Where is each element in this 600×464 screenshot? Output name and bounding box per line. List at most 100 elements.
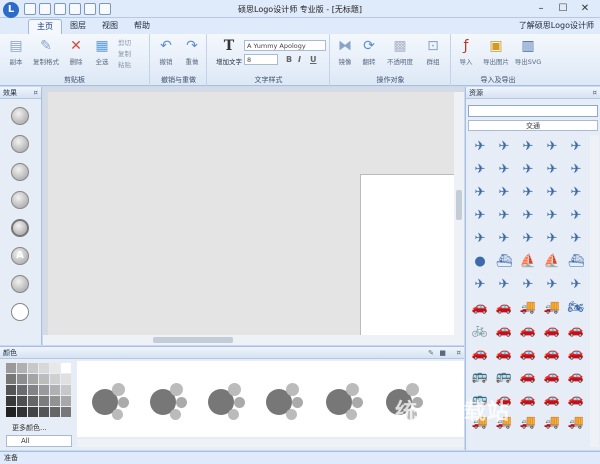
car-icon[interactable]: 🚗 (540, 319, 564, 342)
font-size-select[interactable]: 8 (244, 54, 278, 65)
color-filter-select[interactable]: All (6, 435, 72, 447)
car-icon[interactable]: 🚗 (564, 319, 588, 342)
effect-outline[interactable] (11, 219, 29, 237)
motorcycle-icon[interactable]: 🏍 (564, 296, 588, 319)
car-icon[interactable]: 🚗 (516, 342, 540, 365)
airplane-icon[interactable]: ✈ (564, 227, 588, 250)
airplane-icon[interactable]: ✈ (540, 227, 564, 250)
airplane-icon[interactable]: ✈ (492, 181, 516, 204)
car-icon[interactable]: 🚗 (564, 342, 588, 365)
airplane-icon[interactable]: ✈ (492, 273, 516, 296)
airplane-icon[interactable]: ✈ (564, 181, 588, 204)
car-icon[interactable]: 🚗 (516, 388, 540, 411)
canvas-horizontal-scroll-thumb[interactable] (153, 337, 233, 343)
font-family-select[interactable]: A Yummy Apology (244, 40, 326, 51)
export-svg-button[interactable]: ▥ 导出SVG (512, 37, 544, 66)
color-preset[interactable] (92, 377, 134, 421)
airplane-icon[interactable]: ✈ (540, 158, 564, 181)
color-swatch[interactable] (17, 396, 27, 406)
bus-icon[interactable]: 🚌 (468, 365, 492, 388)
import-button[interactable]: ƒ 导入 (452, 37, 480, 66)
effect-text-a[interactable]: A (11, 247, 29, 265)
car-icon[interactable]: 🚗 (468, 342, 492, 365)
ship-icon[interactable]: ⛴ (492, 250, 516, 273)
color-swatch[interactable] (17, 363, 27, 373)
underline-button[interactable]: U (310, 55, 317, 64)
pin-icon[interactable]: ¤ (34, 87, 38, 99)
effect-shadow-1[interactable] (11, 107, 29, 125)
effect-gradient-2[interactable] (11, 275, 29, 293)
duplicate-button[interactable]: ▤ 副本 (2, 37, 30, 66)
resource-category-select[interactable]: 交通 (468, 120, 598, 131)
truck-icon[interactable]: 🚚 (516, 296, 540, 319)
color-preset[interactable] (150, 377, 192, 421)
airplane-icon[interactable]: ✈ (516, 227, 540, 250)
resource-scrollbar[interactable] (590, 135, 599, 447)
airplane-icon[interactable]: ✈ (540, 273, 564, 296)
cut-button[interactable]: 剪切 (118, 37, 131, 47)
airplane-icon[interactable]: ✈ (540, 204, 564, 227)
airplane-icon[interactable]: ✈ (468, 273, 492, 296)
paste-button[interactable]: 粘贴 (118, 59, 131, 69)
ship-icon[interactable]: ⛴ (564, 250, 588, 273)
car-icon[interactable]: 🚗 (564, 388, 588, 411)
color-swatch[interactable] (28, 374, 38, 384)
format-painter-button[interactable]: ✎ 复制格式 (32, 37, 60, 66)
airplane-icon[interactable]: ✈ (540, 181, 564, 204)
add-text-button[interactable]: T 增加文字 (212, 37, 246, 66)
color-swatch[interactable] (39, 407, 49, 417)
color-swatch[interactable] (28, 407, 38, 417)
delete-button[interactable]: ✕ 删除 (62, 37, 90, 66)
color-swatch[interactable] (39, 385, 49, 395)
color-swatch[interactable] (6, 407, 16, 417)
color-swatch[interactable] (6, 396, 16, 406)
car-icon[interactable]: 🚗 (540, 365, 564, 388)
car-icon[interactable]: 🚗 (564, 365, 588, 388)
group-button[interactable]: ⊡ 群组 (419, 37, 447, 66)
airplane-icon[interactable]: ✈ (564, 135, 588, 158)
tab-help[interactable]: 帮助 (126, 19, 158, 34)
color-swatch[interactable] (61, 407, 71, 417)
car-icon[interactable]: 🚗 (492, 342, 516, 365)
airplane-icon[interactable]: ✈ (516, 204, 540, 227)
maximize-button[interactable]: ☐ (552, 1, 574, 16)
car-icon[interactable]: 🚗 (540, 388, 564, 411)
truck-icon[interactable]: 🚚 (516, 411, 540, 434)
undo-button[interactable]: ↶ 撤销 (152, 37, 180, 66)
preset-scrollbar[interactable] (77, 439, 464, 447)
airplane-icon[interactable]: ✈ (564, 273, 588, 296)
tab-home[interactable]: 主页 (28, 19, 62, 34)
color-swatch[interactable] (39, 363, 49, 373)
tab-layers[interactable]: 图层 (62, 19, 94, 34)
airplane-icon[interactable]: ✈ (468, 158, 492, 181)
select-all-button[interactable]: ▦ 全选 (88, 37, 116, 66)
airplane-icon[interactable]: ✈ (516, 181, 540, 204)
color-swatch[interactable] (17, 374, 27, 384)
bicycle-icon[interactable]: 🚲 (468, 319, 492, 342)
more-colors-link[interactable]: 更多颜色... (12, 423, 47, 433)
italic-button[interactable]: I (298, 55, 301, 64)
effect-gradient-1[interactable] (11, 163, 29, 181)
export-image-button[interactable]: ▣ 导出图片 (480, 37, 512, 66)
color-swatch[interactable] (39, 374, 49, 384)
pin-icon[interactable]: ¤ (457, 347, 461, 359)
bus-icon[interactable]: 🚌 (492, 365, 516, 388)
close-button[interactable]: ✕ (574, 1, 596, 16)
flip-button[interactable]: ⟳ 翻转 (355, 37, 383, 66)
truck-icon[interactable]: 🚚 (564, 411, 588, 434)
copy-button[interactable]: 复制 (118, 48, 131, 58)
truck-icon[interactable]: 🚚 (540, 296, 564, 319)
color-swatch[interactable] (6, 374, 16, 384)
color-swatch[interactable] (6, 363, 16, 373)
resource-search-input[interactable] (468, 105, 598, 117)
airplane-icon[interactable]: ✈ (564, 158, 588, 181)
color-swatch[interactable] (61, 385, 71, 395)
color-preset[interactable] (326, 377, 368, 421)
swatch-icon[interactable]: ■ (439, 347, 446, 359)
color-swatch[interactable] (28, 385, 38, 395)
airplane-icon[interactable]: ✈ (468, 227, 492, 250)
color-swatch[interactable] (50, 385, 60, 395)
canvas-page[interactable] (360, 174, 464, 336)
color-swatch[interactable] (17, 385, 27, 395)
effect-shadow-2[interactable] (11, 135, 29, 153)
